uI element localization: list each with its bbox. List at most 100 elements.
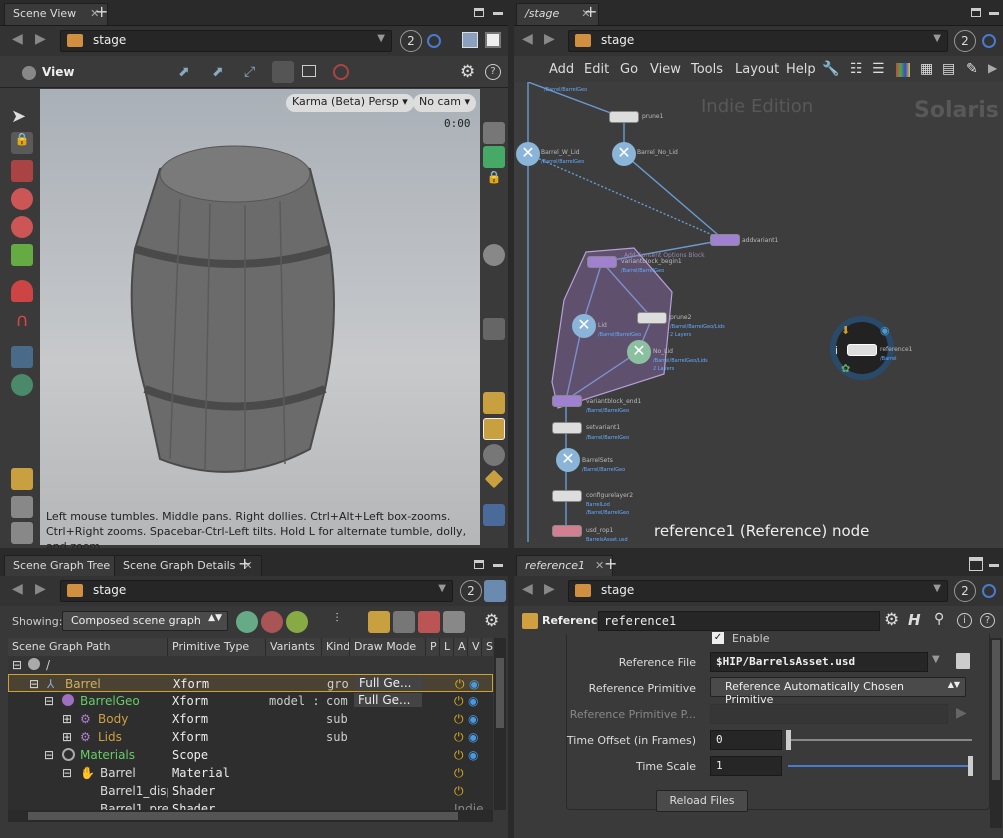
renderer-dropdown[interactable]: Karma (Beta) Persp ▾ (286, 94, 414, 112)
draw-mode-dropdown[interactable]: Full Ge... (355, 676, 423, 690)
tag-icon[interactable] (11, 522, 33, 544)
node-usd-rop1[interactable] (552, 525, 582, 537)
file-chooser-icon[interactable] (956, 653, 970, 669)
background-icon[interactable] (483, 392, 505, 414)
badge-icon[interactable]: ▤ (942, 61, 955, 77)
transform-icon[interactable]: ⤢ (244, 64, 255, 80)
color-palette-icon[interactable] (896, 63, 910, 77)
showing-dropdown[interactable]: Composed scene graph ▲▼ (62, 611, 228, 631)
add-tab-icon[interactable]: + (95, 2, 108, 21)
gear-icon[interactable]: ⚙ (460, 62, 475, 82)
magnet-icon[interactable]: ∩ (11, 310, 33, 332)
back-icon[interactable]: ◀ (12, 31, 23, 47)
notes-icon[interactable] (11, 496, 33, 518)
help-icon[interactable]: ? (980, 613, 995, 628)
node-bypass-icon[interactable]: ✿ (841, 362, 850, 375)
collapse-icon[interactable] (261, 611, 283, 633)
light-bulb-icon[interactable] (483, 244, 505, 266)
node-flag-icon[interactable]: ⬇ (841, 324, 850, 337)
collapse-icon[interactable]: ⊟ (44, 748, 54, 762)
path-field[interactable]: stage ▼ (568, 580, 948, 602)
columns-icon[interactable]: ⫶ (326, 611, 348, 633)
visible-icon[interactable]: ◉ (468, 748, 478, 762)
pin-badge[interactable]: 2 (954, 580, 976, 602)
table-row-selected[interactable]: ⊟ ⅄ Barrel Xform gro Full Ge... ⏻ ◉ (8, 674, 493, 692)
forward-icon[interactable]: ▶ (35, 31, 46, 47)
active-icon[interactable]: ⏻ (454, 766, 464, 781)
expand-icon[interactable] (286, 611, 308, 633)
loaded-icon[interactable] (368, 611, 390, 633)
path-field[interactable]: stage ▼ (60, 30, 392, 52)
search-icon[interactable]: ⚲ (934, 611, 944, 627)
tree-icon[interactable]: ☷ (850, 61, 863, 77)
time-offset-field[interactable]: 0 (710, 730, 782, 750)
active-icon[interactable]: ⏻ (454, 748, 464, 763)
vertical-scrollbar[interactable] (494, 638, 506, 810)
col-draw-mode[interactable]: Draw Mode (350, 638, 426, 656)
pin-badge[interactable]: 2 (954, 30, 976, 52)
ruler-icon[interactable] (11, 468, 33, 490)
pin-badge[interactable]: 2 (460, 580, 482, 602)
time-scale-slider[interactable] (788, 765, 972, 767)
light-tool-icon[interactable] (11, 346, 33, 368)
magnet-primary-icon[interactable] (11, 280, 33, 302)
col-s[interactable]: S (482, 638, 493, 656)
lock-camera-icon[interactable]: 🔒 (483, 170, 505, 192)
back-icon[interactable]: ◀ (522, 581, 533, 597)
gear-icon[interactable]: ⚙ (484, 611, 499, 631)
pin-badge[interactable]: 2 (400, 30, 422, 52)
view-options-icon[interactable] (22, 66, 36, 80)
col-a[interactable]: A (454, 638, 468, 656)
pin-icon[interactable] (427, 34, 441, 48)
collapse-icon[interactable]: ⊟ (44, 694, 54, 708)
tab-reference1[interactable]: reference1 ✕ (516, 555, 614, 577)
select-children-icon[interactable]: ⬈ (212, 64, 224, 80)
table-row[interactable]: ⊟ Materials Scope ⏻ ◉ (8, 746, 493, 764)
add-tab-icon[interactable]: + (604, 554, 617, 573)
chevron-down-icon[interactable]: ▼ (933, 33, 941, 44)
chevron-down-icon[interactable]: ▼ (377, 33, 385, 44)
collapse-icon[interactable]: ⊟ (12, 658, 22, 672)
pin-icon[interactable] (484, 580, 506, 602)
back-icon[interactable]: ◀ (12, 581, 23, 597)
time-offset-slider[interactable] (788, 739, 972, 741)
enable-checkbox[interactable]: ✓ (712, 632, 724, 644)
pin-icon[interactable] (982, 584, 996, 598)
col-kind[interactable]: Kind (322, 638, 350, 656)
pane-menu-icon[interactable] (474, 560, 484, 569)
pane-menu-icon[interactable] (971, 8, 981, 17)
col-variants[interactable]: Variants (266, 638, 322, 656)
node-variantblock-begin1[interactable] (587, 256, 617, 268)
pin-icon[interactable] (982, 34, 996, 48)
active-icon[interactable]: ⏻ (454, 712, 464, 727)
node-display-icon[interactable]: ◉ (880, 324, 890, 337)
table-row[interactable]: ⊞ ⚙ Lids Xform sub ⏻ ◉ (8, 728, 493, 746)
lock-icon[interactable]: 🔒 (11, 132, 33, 154)
select-arrow-icon[interactable]: ➤ (11, 106, 33, 128)
payload-icon[interactable] (393, 611, 415, 633)
maximize-icon[interactable] (493, 12, 503, 15)
forward-icon[interactable]: ▶ (544, 581, 555, 597)
node-barrel-w-lid-icon[interactable]: ✕ (516, 142, 540, 166)
grid-icon[interactable]: ▦ (920, 61, 933, 77)
display-options-icon[interactable] (483, 122, 505, 144)
visible-icon[interactable]: ◉ (468, 694, 478, 708)
col-v[interactable]: V (468, 638, 482, 656)
time-scale-slider-handle[interactable] (968, 756, 973, 776)
table-row[interactable]: Barrel1_previ Shader Indie (8, 800, 493, 810)
menu-edit[interactable]: Edit (584, 62, 609, 77)
collapse-icon[interactable]: ⊟ (62, 766, 72, 780)
pane-menu-icon[interactable] (969, 557, 983, 571)
ref-prim-dropdown[interactable]: Reference Automatically Chosen Primitive… (710, 677, 966, 706)
viewport-layout-icon[interactable] (483, 318, 505, 340)
node-info-icon[interactable]: i (835, 344, 838, 357)
shading-icon[interactable] (483, 444, 505, 466)
node-barrel-no-lid-icon[interactable]: ✕ (612, 142, 636, 166)
active-icon[interactable]: ⏻ (454, 694, 464, 709)
draw-mode-dropdown[interactable]: Full Ge... (354, 693, 422, 707)
expand-icon[interactable]: ⊞ (62, 712, 72, 726)
select-tool-icon[interactable]: ⬈ (178, 64, 190, 80)
pane-menu-icon[interactable] (474, 8, 484, 17)
filter-icon[interactable] (236, 611, 258, 633)
notes-icon[interactable]: ✎ (966, 61, 978, 77)
